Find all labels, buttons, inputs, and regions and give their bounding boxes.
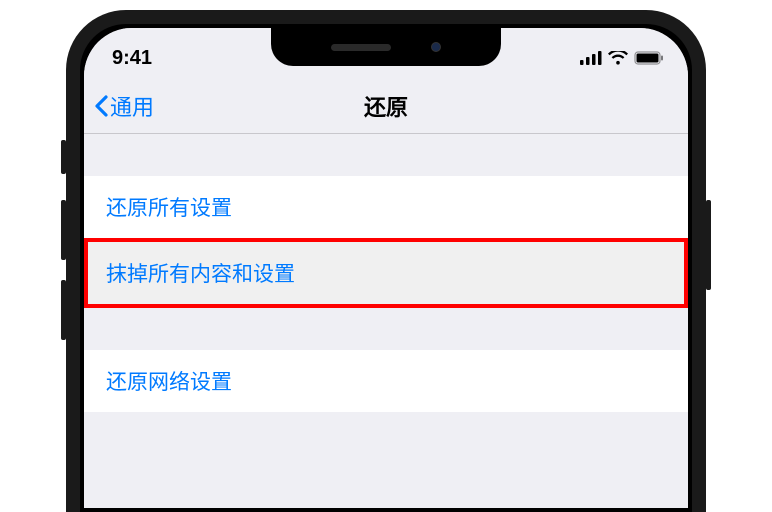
status-icons <box>580 51 664 65</box>
cellular-icon <box>580 51 602 65</box>
status-time: 9:41 <box>112 47 152 70</box>
reset-network-row[interactable]: 还原网络设置 <box>84 350 688 412</box>
row-label: 还原所有设置 <box>106 192 232 222</box>
page-title: 还原 <box>364 90 408 122</box>
navigation-bar: 通用 还原 <box>84 78 688 134</box>
phone-mockup: 9:41 <box>66 10 706 512</box>
back-button[interactable]: 通用 <box>84 90 154 122</box>
settings-list: 还原所有设置 抹掉所有内容和设置 还原网络设置 <box>84 134 688 412</box>
row-label: 抹掉所有内容和设置 <box>106 258 295 288</box>
row-label: 还原网络设置 <box>106 366 232 396</box>
erase-all-content-row[interactable]: 抹掉所有内容和设置 <box>84 238 688 308</box>
battery-icon <box>634 51 664 65</box>
wifi-icon <box>608 51 628 65</box>
back-label: 通用 <box>110 90 154 122</box>
chevron-left-icon <box>94 95 108 117</box>
device-notch <box>271 28 501 66</box>
reset-all-settings-row[interactable]: 还原所有设置 <box>84 176 688 238</box>
